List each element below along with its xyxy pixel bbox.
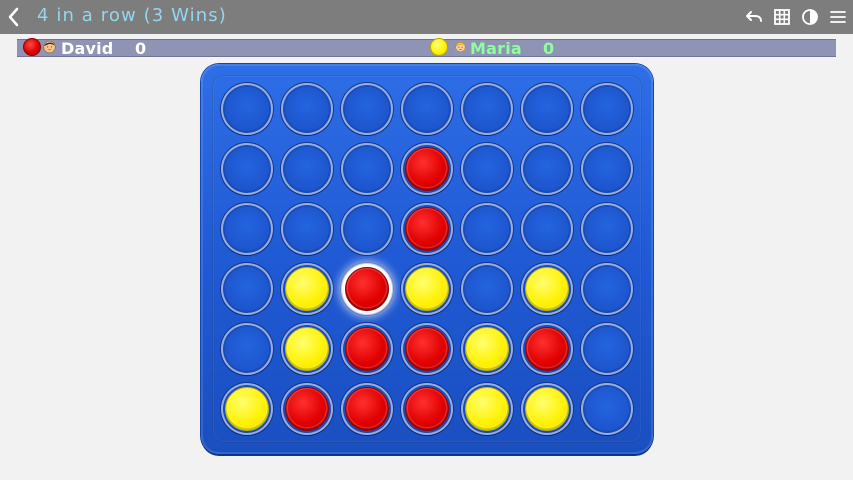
- girl-avatar: [455, 41, 466, 53]
- board-slot-r1-c5[interactable]: [461, 83, 513, 135]
- board-slot-r1-c3[interactable]: [341, 83, 393, 135]
- board-slot-r4-c7[interactable]: [581, 263, 633, 315]
- yellow-disc: [285, 327, 329, 371]
- red-disc: [525, 327, 569, 371]
- board-slot-r5-c2[interactable]: [281, 323, 333, 375]
- board-slot-r3-c4[interactable]: [401, 203, 453, 255]
- game-board: [201, 64, 653, 454]
- red-disc: [405, 207, 449, 251]
- board-slot-r4-c4[interactable]: [401, 263, 453, 315]
- board-slot-r2-c7[interactable]: [581, 143, 633, 195]
- board-slot-r2-c4[interactable]: [401, 143, 453, 195]
- board-slot-r3-c6[interactable]: [521, 203, 573, 255]
- board-slot-r5-c3[interactable]: [341, 323, 393, 375]
- board-slot-r1-c1[interactable]: [221, 83, 273, 135]
- board-slot-r3-c1[interactable]: [221, 203, 273, 255]
- yellow-disc: [465, 387, 509, 431]
- board-slot-r4-c6[interactable]: [521, 263, 573, 315]
- board-slot-r1-c6[interactable]: [521, 83, 573, 135]
- board-slot-r5-c7[interactable]: [581, 323, 633, 375]
- board-slot-r1-c4[interactable]: [401, 83, 453, 135]
- red-disc: [405, 327, 449, 371]
- yellow-disc: [525, 267, 569, 311]
- board-slot-r3-c3[interactable]: [341, 203, 393, 255]
- board-slot-r4-c5[interactable]: [461, 263, 513, 315]
- yellow-disc: [225, 387, 269, 431]
- board-slot-r4-c3[interactable]: [341, 263, 393, 315]
- board-slot-r4-c2[interactable]: [281, 263, 333, 315]
- back-icon: [8, 7, 19, 27]
- board-slot-r2-c5[interactable]: [461, 143, 513, 195]
- yellow-disc: [405, 267, 449, 311]
- board-slot-r5-c4[interactable]: [401, 323, 453, 375]
- menu-icon: [830, 11, 846, 23]
- boy-avatar: [43, 40, 56, 54]
- board-slot-r6-c7[interactable]: [581, 383, 633, 435]
- menu-button[interactable]: [827, 6, 849, 28]
- app-root: 4 in a row (3 Wins) David 0 Maria 0: [0, 0, 853, 480]
- board-slot-r6-c1[interactable]: [221, 383, 273, 435]
- player-status-bar: David 0 Maria 0: [17, 38, 836, 58]
- red-disc: [285, 387, 329, 431]
- top-bar: 4 in a row (3 Wins): [0, 0, 853, 34]
- board-slot-r5-c1[interactable]: [221, 323, 273, 375]
- board-slot-r6-c2[interactable]: [281, 383, 333, 435]
- yellow-disc: [465, 327, 509, 371]
- player-one-score: 0: [135, 39, 147, 58]
- board-slot-r2-c1[interactable]: [221, 143, 273, 195]
- grid-icon: [774, 9, 790, 25]
- board-slot-r2-c6[interactable]: [521, 143, 573, 195]
- board-slot-r6-c5[interactable]: [461, 383, 513, 435]
- board-slot-r1-c2[interactable]: [281, 83, 333, 135]
- board-slot-r5-c6[interactable]: [521, 323, 573, 375]
- board-slot-r3-c5[interactable]: [461, 203, 513, 255]
- red-disc: [405, 387, 449, 431]
- board-slot-r4-c1[interactable]: [221, 263, 273, 315]
- undo-button[interactable]: [743, 6, 765, 28]
- board-slot-r3-c2[interactable]: [281, 203, 333, 255]
- board-slot-r6-c4[interactable]: [401, 383, 453, 435]
- back-button[interactable]: [3, 4, 25, 30]
- undo-icon: [746, 11, 762, 22]
- player-one-chip-icon: [23, 38, 41, 56]
- yellow-disc: [525, 387, 569, 431]
- yellow-disc: [285, 267, 329, 311]
- player-two-chip-icon: [430, 38, 448, 56]
- page-title: 4 in a row (3 Wins): [37, 5, 227, 26]
- board-view-button[interactable]: [771, 6, 793, 28]
- board-slot-r6-c3[interactable]: [341, 383, 393, 435]
- player-two-score: 0: [543, 39, 555, 58]
- board-slot-r3-c7[interactable]: [581, 203, 633, 255]
- red-disc: [345, 267, 389, 311]
- red-disc: [345, 327, 389, 371]
- board-slot-r5-c5[interactable]: [461, 323, 513, 375]
- board-slot-r2-c3[interactable]: [341, 143, 393, 195]
- red-disc: [405, 147, 449, 191]
- contrast-icon: [802, 9, 818, 25]
- contrast-button[interactable]: [799, 6, 821, 28]
- player-two-name: Maria: [470, 39, 522, 58]
- player-one-name: David: [61, 39, 114, 58]
- board-slot-r6-c6[interactable]: [521, 383, 573, 435]
- board-slot-r1-c7[interactable]: [581, 83, 633, 135]
- board-slot-r2-c2[interactable]: [281, 143, 333, 195]
- red-disc: [345, 387, 389, 431]
